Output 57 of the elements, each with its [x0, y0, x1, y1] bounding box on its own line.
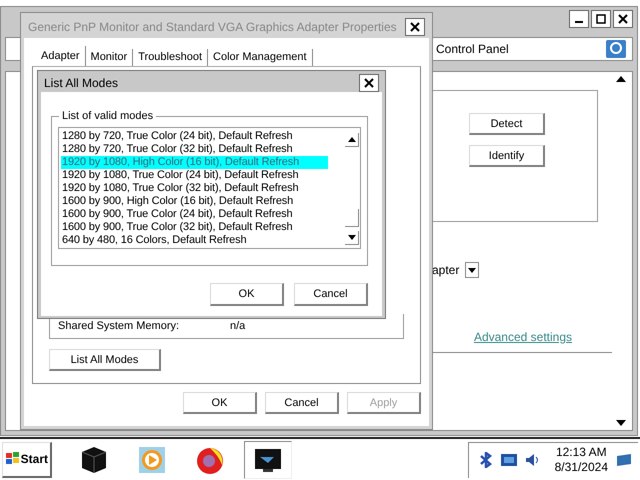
close-button[interactable]: [405, 18, 425, 36]
network-icon[interactable]: [500, 454, 517, 466]
dialog-button[interactable]: OK: [183, 392, 257, 414]
mode-item[interactable]: 640 by 480, 16 Colors, Default Refresh: [61, 234, 328, 247]
mode-item[interactable]: 1280 by 720, True Color (24 bit), Default Refresh: [61, 130, 328, 143]
scroll-down-icon: [348, 235, 356, 240]
scroll-thumb[interactable]: [345, 209, 359, 227]
mode-item[interactable]: 1920 by 1080, High Color (16 bit), Default Refresh: [61, 156, 328, 169]
dialog-button[interactable]: Cancel: [294, 283, 368, 306]
windows-logo-icon: [5, 452, 20, 466]
speaker-icon[interactable]: [524, 453, 539, 467]
play-icon: [138, 446, 166, 474]
group-label: List of valid modes: [59, 110, 156, 122]
scroll-up-icon: [348, 137, 356, 142]
scroll-up-button[interactable]: [345, 133, 359, 147]
mode-item[interactable]: 1600 by 900, True Color (32 bit), Default Refresh: [61, 221, 328, 234]
mode-item[interactable]: 1920 by 1080, True Color (24 bit), Default Refresh: [61, 169, 328, 182]
close-icon: [364, 78, 374, 88]
mode-item[interactable]: 1920 by 1080, True Color (32 bit), Default Refresh: [61, 182, 328, 195]
close-icon: [410, 22, 420, 32]
start-button[interactable]: Start: [2, 442, 52, 478]
mode-item[interactable]: 1600 by 900, High Color (16 bit), Default Refresh: [61, 195, 328, 208]
monitor-icon: [254, 446, 282, 472]
maximize-icon: [596, 14, 606, 24]
dialog-button[interactable]: Cancel: [265, 392, 339, 414]
bluetooth-icon[interactable]: [478, 452, 493, 468]
dialog-button[interactable]: Detect: [469, 113, 545, 135]
mode-item[interactable]: 1280 by 720, True Color (32 bit), Default Refresh: [61, 143, 328, 156]
mode-item[interactable]: 1600 by 900, True Color (24 bit), Default Refresh: [61, 208, 328, 221]
minimize-button[interactable]: [569, 10, 589, 28]
scroll-down-button[interactable]: [345, 231, 359, 245]
scroll-down-icon[interactable]: [616, 420, 626, 426]
tab[interactable]: Adapter: [36, 46, 86, 66]
dropdown-arrow-icon: [468, 268, 476, 272]
tab[interactable]: Color Management: [208, 49, 313, 66]
maximize-button[interactable]: [591, 10, 611, 28]
tab[interactable]: Troubleshoot: [133, 49, 208, 66]
dialog-title: Generic PnP Monitor and Standard VGA Graphics Adapter Properties: [28, 20, 397, 34]
scroll-up-icon[interactable]: [616, 76, 626, 82]
close-button[interactable]: [359, 74, 379, 92]
tab[interactable]: Monitor: [86, 49, 134, 66]
cube-icon: [79, 446, 109, 474]
close-button[interactable]: [613, 10, 633, 28]
adapter-dropdown[interactable]: apter: [432, 262, 616, 278]
clock-time: 12:13 AM: [556, 445, 607, 460]
clock-date: 8/31/2024: [554, 460, 608, 475]
taskbar-app-button[interactable]: [244, 440, 292, 478]
modes-list[interactable]: [58, 127, 361, 249]
address-text: Control Panel: [436, 42, 510, 56]
field-value: n/a: [230, 320, 246, 332]
list-all-modes-button[interactable]: List All Modes: [49, 349, 161, 371]
advanced-settings-link[interactable]: Advanced settings: [474, 330, 572, 344]
dialog-button[interactable]: OK: [210, 283, 284, 306]
field-label: Shared System Memory:: [58, 320, 180, 332]
close-icon: [618, 14, 628, 24]
dialog-button[interactable]: Identify: [469, 145, 545, 167]
dialog-title: List All Modes: [44, 76, 118, 90]
